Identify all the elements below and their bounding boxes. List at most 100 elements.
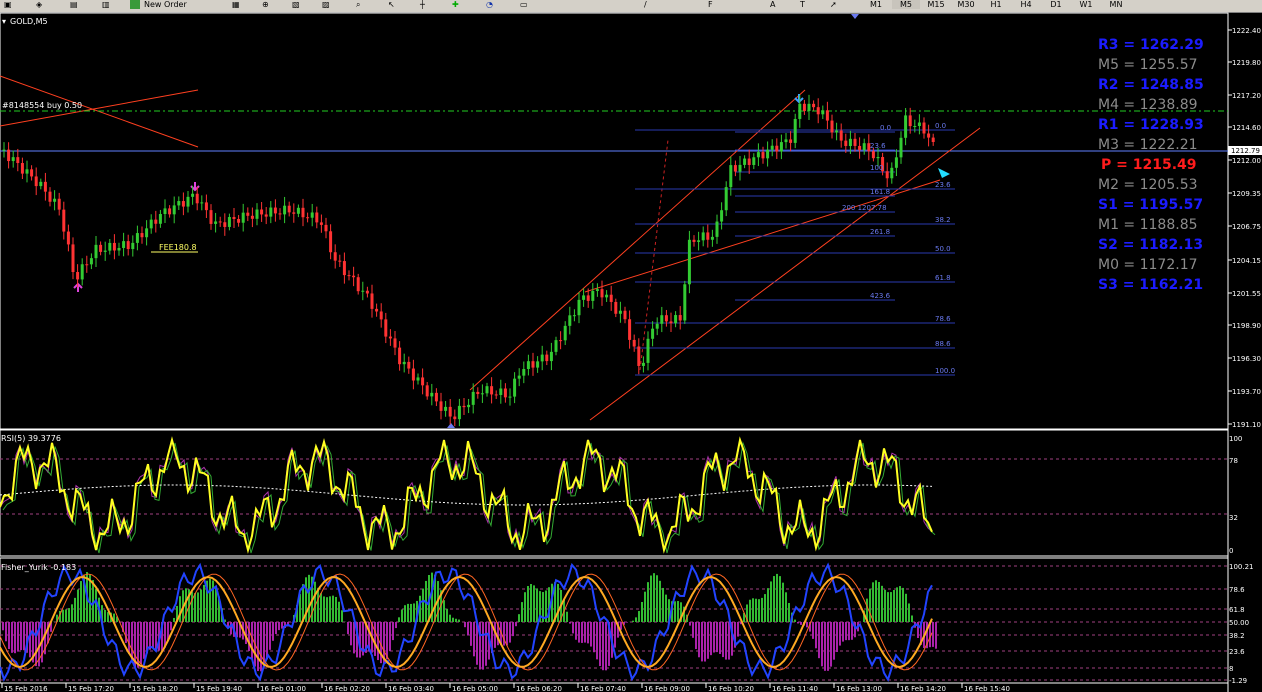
fisher-histogram-bar xyxy=(707,622,709,659)
candle-body xyxy=(227,217,231,227)
candle-body xyxy=(637,346,641,366)
symbol-arrow-icon[interactable]: ▾ xyxy=(2,17,6,26)
candle-body xyxy=(660,315,664,324)
time-axis-label: 15 Feb 2016 xyxy=(4,685,48,692)
candle-body xyxy=(894,157,898,168)
candle-body xyxy=(310,212,314,218)
current-price-label: 1212.79 xyxy=(1231,147,1260,155)
pivot-s2: S2 = 1182.13 xyxy=(1098,237,1203,253)
candle-body xyxy=(789,139,793,143)
candle-body xyxy=(39,181,43,187)
candle-body xyxy=(526,361,530,370)
fisher-histogram-bar xyxy=(191,591,193,622)
rsi-axis-label: 0 xyxy=(1229,547,1233,555)
fisher-histogram-bar xyxy=(761,597,763,622)
candle-body xyxy=(57,198,61,210)
fisher-histogram-bar xyxy=(881,585,883,622)
candle-body xyxy=(30,169,34,177)
candle-body xyxy=(931,137,935,143)
fisher-histogram-bar xyxy=(776,573,778,622)
fisher-histogram-bar xyxy=(8,622,10,650)
fisher-axis-label: 8 xyxy=(1229,665,1233,673)
candle-body xyxy=(250,215,254,219)
fisher-histogram-bar xyxy=(818,622,820,659)
fisher-histogram-bar xyxy=(527,586,529,622)
candle-body xyxy=(301,207,305,218)
candle-body xyxy=(554,340,558,352)
candle-body xyxy=(99,244,103,252)
time-axis-label: 15 Feb 18:20 xyxy=(132,685,178,692)
candle-body xyxy=(103,250,107,252)
candle-body xyxy=(53,198,57,202)
candle-body xyxy=(158,214,162,224)
fisher-histogram-bar xyxy=(911,615,913,622)
candle-body xyxy=(559,340,563,342)
fisher-histogram-bar xyxy=(326,597,328,622)
fisher-histogram-bar xyxy=(656,575,658,622)
candle-body xyxy=(154,219,158,224)
candle-body xyxy=(439,401,443,411)
fisher-histogram-bar xyxy=(848,622,850,641)
candle-body xyxy=(342,261,346,276)
price-axis-label: 1204.15 xyxy=(1232,257,1261,265)
fisher-histogram-bar xyxy=(635,617,637,622)
fisher-histogram-bar xyxy=(902,587,904,622)
candle-body xyxy=(540,354,544,362)
fisher-histogram-bar xyxy=(713,622,715,653)
fisher-histogram-bar xyxy=(764,594,766,622)
fisher-histogram-bar xyxy=(524,592,526,622)
fisher-histogram-bar xyxy=(281,622,283,629)
fisher-histogram-bar xyxy=(569,622,571,624)
fisher-histogram-bar xyxy=(458,619,460,622)
price-axis-label: 1193.70 xyxy=(1232,388,1261,396)
candle-body xyxy=(177,201,181,206)
candle-body xyxy=(692,239,696,242)
candle-body xyxy=(807,103,811,112)
fisher-histogram-bar xyxy=(584,622,586,643)
candle-body xyxy=(71,244,75,273)
candle-body xyxy=(591,290,595,301)
fisher-histogram-bar xyxy=(152,622,154,649)
candle-body xyxy=(522,369,526,376)
candle-body xyxy=(168,208,172,215)
candle-body xyxy=(605,294,609,298)
candle-body xyxy=(398,347,402,365)
time-axis-label: 16 Feb 13:00 xyxy=(836,685,882,692)
fisher-histogram-bar xyxy=(275,622,277,635)
fisher-histogram-bar xyxy=(473,622,475,657)
fisher-histogram-bar xyxy=(401,609,403,622)
fisher-histogram-bar xyxy=(758,599,760,622)
candle-body xyxy=(204,202,208,211)
price-axis-label: 1219.80 xyxy=(1232,59,1261,67)
candle-body xyxy=(292,212,296,214)
fisher-histogram-bar xyxy=(665,594,667,622)
fisher-histogram-bar xyxy=(332,595,334,622)
fisher-histogram-bar xyxy=(470,622,472,646)
fisher-histogram-bar xyxy=(530,584,532,622)
fisher-histogram-bar xyxy=(689,622,691,626)
candle-body xyxy=(209,210,213,224)
chart-canvas: 1222.40 1219.80 1217.20 1214.60 1212.00 1209.… xyxy=(0,12,1262,692)
time-axis-label: 16 Feb 15:40 xyxy=(964,685,1010,692)
candle-body xyxy=(821,110,825,115)
order-label[interactable]: #8148554 buy 0.50 xyxy=(2,101,82,110)
fisher-histogram-bar xyxy=(452,617,454,622)
fisher-histogram-bar xyxy=(800,622,802,625)
fisher-histogram-bar xyxy=(587,622,589,644)
fisher-histogram-bar xyxy=(410,603,412,622)
pivot-s3: S3 = 1162.21 xyxy=(1098,277,1203,293)
fisher-pane-frame xyxy=(0,557,1229,684)
candle-body xyxy=(338,260,342,262)
candle-body xyxy=(490,386,494,395)
candle-body xyxy=(324,224,328,232)
candle-body xyxy=(664,315,668,322)
candle-body xyxy=(393,338,397,348)
rsi-axis-label: 100 xyxy=(1229,435,1242,443)
fisher-histogram-bar xyxy=(830,622,832,667)
candle-body xyxy=(112,242,116,251)
candle-body xyxy=(232,217,236,220)
fisher-histogram-bar xyxy=(482,622,484,670)
candle-body xyxy=(471,391,475,405)
fisher-histogram-bar xyxy=(779,576,781,622)
fisher-histogram-bar xyxy=(149,622,151,650)
